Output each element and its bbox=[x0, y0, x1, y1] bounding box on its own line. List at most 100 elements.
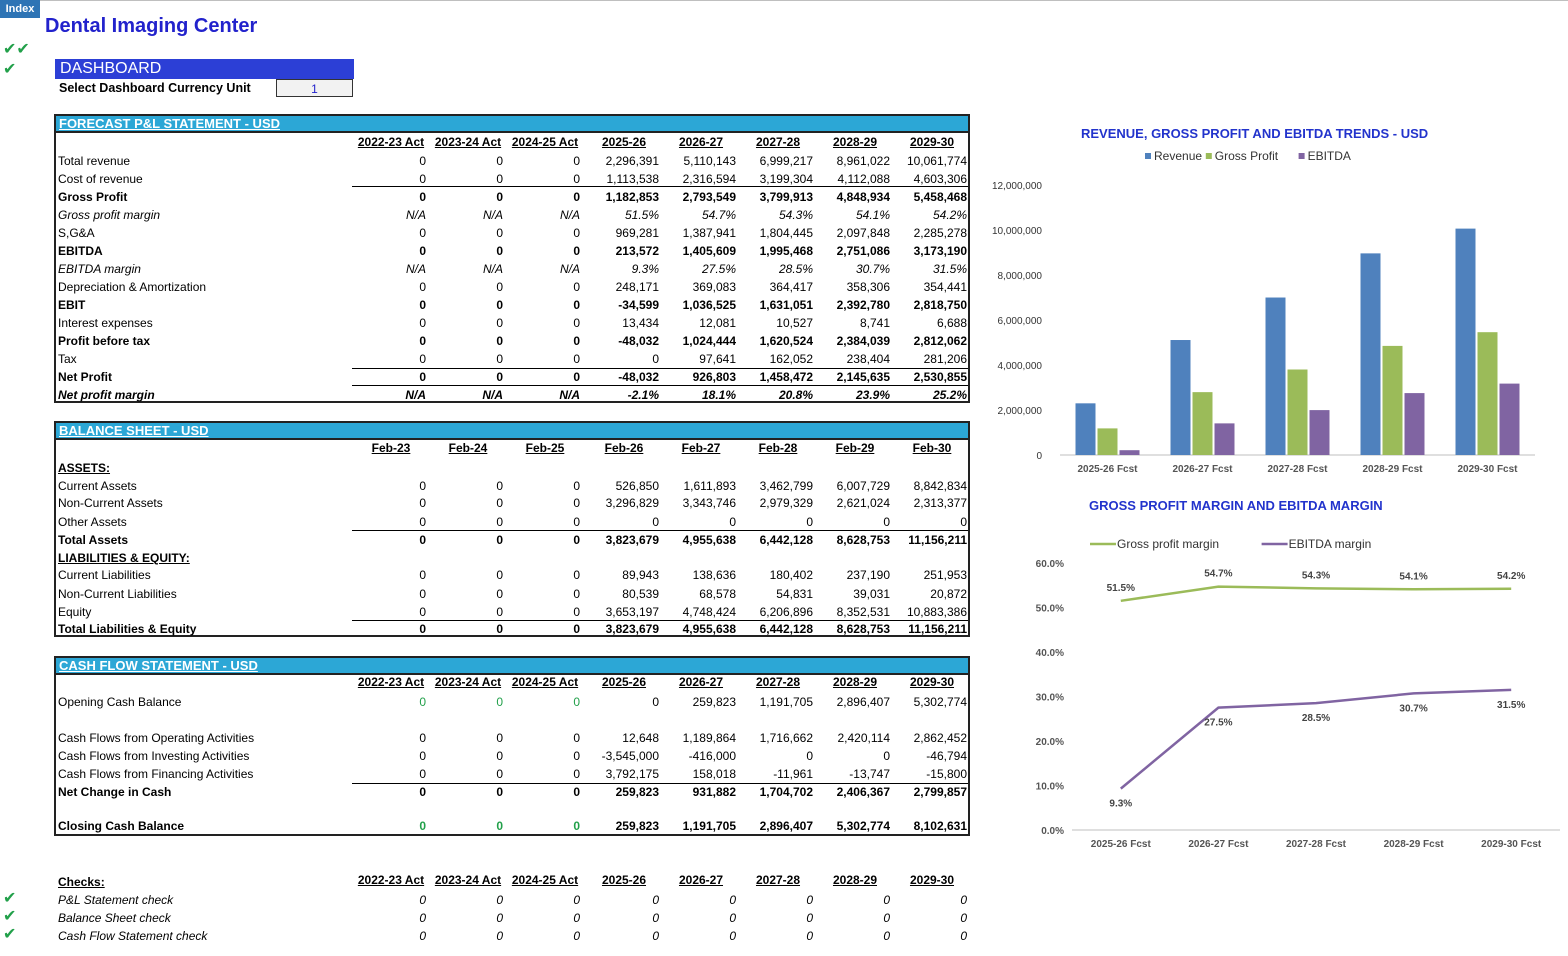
cell-value[interactable]: 0 bbox=[666, 515, 736, 529]
cell-value[interactable]: 10,527 bbox=[743, 316, 813, 330]
cell-value[interactable]: 2,979,329 bbox=[743, 496, 813, 510]
cell-value[interactable]: 0 bbox=[356, 749, 426, 763]
cell-value[interactable]: 2,285,278 bbox=[897, 226, 967, 240]
cell-value[interactable]: 358,306 bbox=[820, 280, 890, 294]
cell-value[interactable]: 0 bbox=[356, 352, 426, 366]
cell-value[interactable]: 0 bbox=[510, 767, 580, 781]
cell-value[interactable]: 0 bbox=[510, 819, 580, 833]
cell-value[interactable]: 30.7% bbox=[820, 262, 890, 276]
cell-value[interactable]: 237,190 bbox=[820, 568, 890, 582]
cell-value[interactable]: 3,462,799 bbox=[743, 479, 813, 493]
cell-value[interactable]: 0 bbox=[666, 911, 736, 925]
cell-value[interactable]: 0 bbox=[743, 911, 813, 925]
cell-value[interactable]: 0 bbox=[433, 695, 503, 709]
cell-value[interactable]: 2,862,452 bbox=[897, 731, 967, 745]
cell-value[interactable]: 0 bbox=[433, 785, 503, 799]
cell-value[interactable]: 0 bbox=[356, 605, 426, 619]
cell-value[interactable]: 1,995,468 bbox=[743, 244, 813, 258]
cell-value[interactable]: 0 bbox=[433, 316, 503, 330]
cell-value[interactable]: 5,110,143 bbox=[666, 154, 737, 168]
cell-value[interactable]: 0 bbox=[356, 154, 426, 168]
cell-value[interactable]: -11,961 bbox=[743, 767, 813, 781]
cell-value[interactable]: 6,688 bbox=[897, 316, 967, 330]
cell-value[interactable]: 0 bbox=[743, 515, 813, 529]
cell-value[interactable]: 0 bbox=[356, 785, 426, 799]
cell-value[interactable]: 89,943 bbox=[589, 568, 659, 582]
cell-value[interactable]: 251,953 bbox=[897, 568, 967, 582]
cell-value[interactable]: 0 bbox=[433, 929, 503, 943]
cell-value[interactable]: -13,747 bbox=[820, 767, 890, 781]
cell-value[interactable]: 0 bbox=[356, 298, 426, 312]
cell-value[interactable]: 0 bbox=[510, 568, 580, 582]
cell-value[interactable]: 259,823 bbox=[589, 819, 659, 833]
cell-value[interactable]: 0 bbox=[666, 893, 736, 907]
cell-value[interactable]: 2,392,780 bbox=[820, 298, 890, 312]
cell-value[interactable]: 8,961,022 bbox=[820, 154, 890, 168]
cell-value[interactable]: 54,831 bbox=[743, 587, 813, 601]
cell-value[interactable]: 1,113,538 bbox=[589, 172, 660, 186]
cell-value[interactable]: 0 bbox=[433, 190, 503, 204]
cell-value[interactable]: 0 bbox=[356, 515, 426, 529]
cell-value[interactable]: 0 bbox=[356, 568, 426, 582]
cell-value[interactable]: 0 bbox=[743, 749, 813, 763]
cell-value[interactable]: N/A bbox=[433, 388, 503, 402]
cell-value[interactable]: 54.1% bbox=[820, 208, 890, 222]
cell-value[interactable]: 8,628,753 bbox=[820, 533, 890, 547]
cell-value[interactable]: -48,032 bbox=[589, 370, 659, 384]
cell-value[interactable]: -3,545,000 bbox=[589, 749, 659, 763]
cell-value[interactable]: 0 bbox=[433, 731, 503, 745]
cell-value[interactable]: 0 bbox=[356, 190, 426, 204]
cell-value[interactable]: 54.2% bbox=[897, 208, 967, 222]
cell-value[interactable]: -416,000 bbox=[666, 749, 736, 763]
cell-value[interactable]: 8,102,631 bbox=[897, 819, 967, 833]
cell-value[interactable]: 0 bbox=[510, 893, 580, 907]
cell-value[interactable]: 0 bbox=[356, 929, 426, 943]
cell-value[interactable]: 0 bbox=[356, 370, 426, 384]
cell-value[interactable]: -48,032 bbox=[589, 334, 659, 348]
cell-value[interactable]: 1,189,864 bbox=[666, 731, 736, 745]
cell-value[interactable]: 12,648 bbox=[589, 731, 659, 745]
cell-value[interactable]: 0 bbox=[510, 587, 580, 601]
cell-value[interactable]: 4,955,638 bbox=[666, 533, 736, 547]
cell-value[interactable]: 0 bbox=[510, 695, 580, 709]
cell-value[interactable]: -34,599 bbox=[589, 298, 659, 312]
cell-value[interactable]: 931,882 bbox=[666, 785, 736, 799]
cell-value[interactable]: 27.5% bbox=[666, 262, 736, 276]
cell-value[interactable]: 259,823 bbox=[589, 785, 659, 799]
cell-value[interactable]: N/A bbox=[356, 208, 426, 222]
cell-value[interactable]: 0 bbox=[510, 515, 580, 529]
cell-value[interactable]: 213,572 bbox=[589, 244, 659, 258]
cell-value[interactable]: 0 bbox=[433, 622, 503, 636]
cell-value[interactable]: 0 bbox=[510, 731, 580, 745]
cell-value[interactable]: 3,799,913 bbox=[743, 190, 813, 204]
cell-value[interactable]: 0 bbox=[433, 605, 503, 619]
cell-value[interactable]: 1,191,705 bbox=[743, 695, 813, 709]
cell-value[interactable]: 51.5% bbox=[589, 208, 659, 222]
cell-value[interactable]: N/A bbox=[433, 262, 503, 276]
cell-value[interactable]: 0 bbox=[356, 334, 426, 348]
cell-value[interactable]: 10,061,774 bbox=[897, 154, 967, 168]
cell-value[interactable]: N/A bbox=[510, 388, 580, 402]
cell-value[interactable]: -15,800 bbox=[897, 767, 967, 781]
cell-value[interactable]: 0 bbox=[820, 911, 890, 925]
cell-value[interactable]: 0 bbox=[433, 479, 503, 493]
cell-value[interactable]: 2,316,594 bbox=[666, 172, 736, 186]
cell-value[interactable]: 0 bbox=[820, 515, 890, 529]
cell-value[interactable]: 0 bbox=[356, 280, 426, 294]
cell-value[interactable]: 80,539 bbox=[589, 587, 659, 601]
cell-value[interactable]: 0 bbox=[820, 749, 890, 763]
cell-value[interactable]: 0 bbox=[356, 172, 426, 186]
cell-value[interactable]: 1,024,444 bbox=[666, 334, 736, 348]
cell-value[interactable]: 23.9% bbox=[820, 388, 890, 402]
cell-value[interactable]: 6,206,896 bbox=[743, 605, 813, 619]
cell-value[interactable]: 3,343,746 bbox=[666, 496, 736, 510]
cell-value[interactable]: 6,442,128 bbox=[743, 622, 813, 636]
cell-value[interactable]: 4,848,934 bbox=[820, 190, 890, 204]
cell-value[interactable]: 248,171 bbox=[589, 280, 659, 294]
cell-value[interactable]: 0 bbox=[433, 172, 503, 186]
cell-value[interactable]: 1,620,524 bbox=[743, 334, 813, 348]
cell-value[interactable]: 20,872 bbox=[897, 587, 967, 601]
cell-value[interactable]: 0 bbox=[510, 370, 580, 384]
cell-value[interactable]: 0 bbox=[510, 352, 580, 366]
cell-value[interactable]: 0 bbox=[433, 568, 503, 582]
